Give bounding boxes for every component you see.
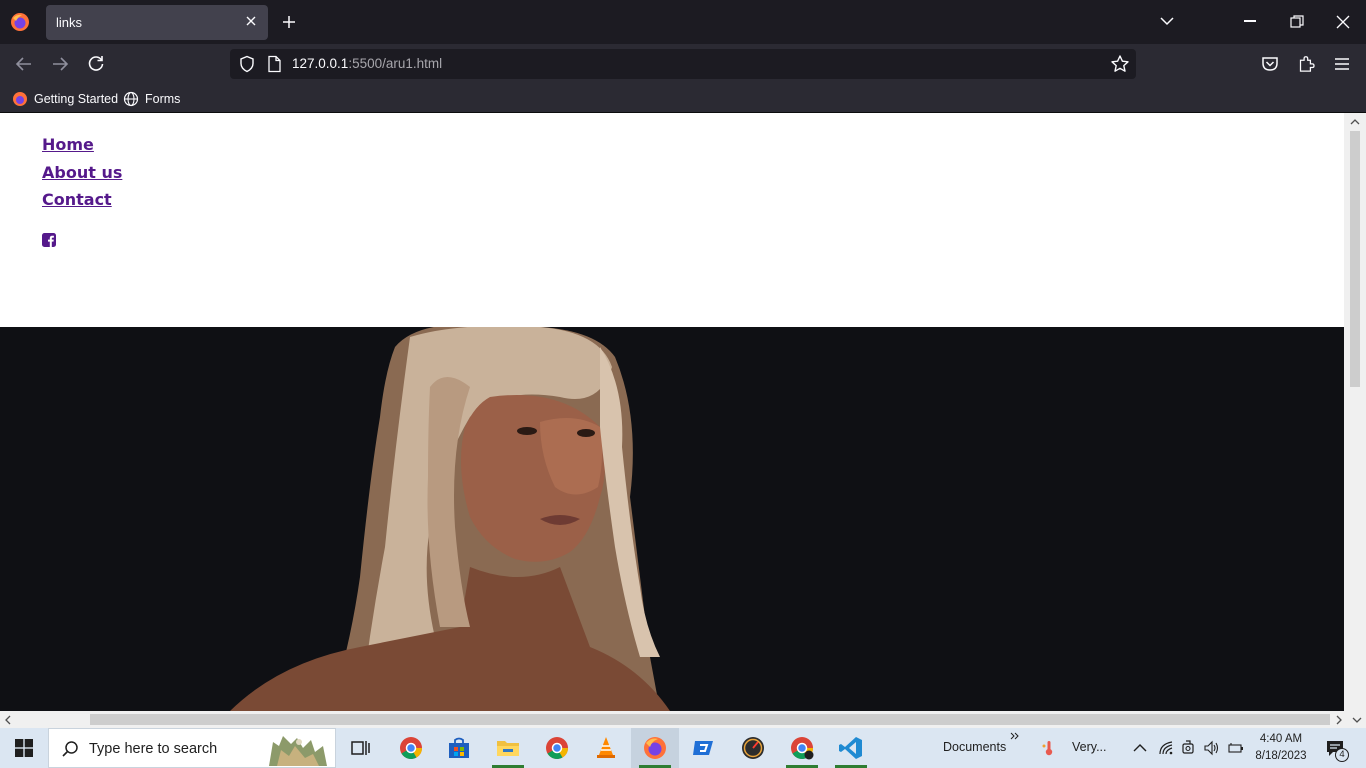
taskbar-app-blue-logo[interactable] bbox=[680, 728, 728, 768]
minimize-window-icon[interactable] bbox=[1244, 20, 1256, 22]
bookmark-forms[interactable]: Forms bbox=[123, 90, 180, 108]
weather-label[interactable]: Very... bbox=[1072, 740, 1107, 754]
taskbar-app-file-explorer[interactable] bbox=[484, 728, 532, 768]
firefox-menu-icon[interactable] bbox=[10, 12, 30, 32]
scroll-down-arrow-icon[interactable] bbox=[1352, 715, 1362, 725]
weather-thermometer-icon[interactable] bbox=[1041, 740, 1057, 756]
task-view-icon bbox=[351, 741, 370, 755]
facebook-square-icon[interactable] bbox=[42, 233, 56, 247]
meet-now-camera-icon[interactable] bbox=[1181, 740, 1197, 756]
vertical-scroll-thumb[interactable] bbox=[1350, 131, 1360, 387]
taskbar-app-microsoft-store[interactable] bbox=[435, 728, 483, 768]
extensions-puzzle-icon[interactable] bbox=[1296, 54, 1316, 74]
scroll-up-arrow-icon[interactable] bbox=[1350, 117, 1360, 127]
documents-toolbar-label[interactable]: Documents bbox=[943, 740, 1006, 754]
taskbar-app-vlc[interactable] bbox=[582, 728, 630, 768]
bookmark-label: Getting Started bbox=[34, 92, 119, 106]
url-host: 127.0.0.1 bbox=[292, 56, 349, 71]
reload-icon[interactable] bbox=[86, 54, 106, 74]
url-path: :5500/aru1.html bbox=[348, 56, 443, 71]
tab-title: links bbox=[56, 15, 83, 30]
restore-window-icon[interactable] bbox=[1290, 15, 1304, 29]
horizontal-scroll-thumb[interactable] bbox=[90, 714, 1330, 725]
taskbar-app-chrome-profile[interactable] bbox=[387, 728, 435, 768]
back-arrow-icon[interactable] bbox=[14, 54, 34, 74]
url-text[interactable]: 127.0.0.1:5500/aru1.html bbox=[292, 56, 442, 71]
windows-taskbar: Type here to search Documents Very... 4:… bbox=[0, 728, 1366, 768]
toolbar-overflow-chevron-icon[interactable] bbox=[1010, 731, 1020, 741]
volume-speaker-icon[interactable] bbox=[1203, 740, 1219, 756]
bookmark-getting-started[interactable]: Getting Started bbox=[12, 90, 118, 108]
windows-start-icon[interactable] bbox=[15, 739, 33, 757]
horizontal-scrollbar[interactable] bbox=[0, 711, 1366, 728]
chrome-icon bbox=[546, 737, 568, 759]
vlc-cone-icon bbox=[597, 737, 615, 758]
close-window-icon[interactable] bbox=[1336, 15, 1350, 29]
tab-bar: links bbox=[0, 0, 1366, 44]
tracking-protection-shield-icon[interactable] bbox=[238, 55, 256, 73]
battery-power-icon[interactable] bbox=[1228, 740, 1244, 756]
task-view-button[interactable] bbox=[336, 728, 384, 768]
firefox-icon bbox=[13, 92, 27, 106]
bookmarks-toolbar: Getting Started Forms bbox=[0, 84, 1366, 113]
search-highlight-illustration-icon bbox=[269, 736, 327, 766]
store-icon bbox=[449, 737, 469, 758]
clock-date: 8/18/2023 bbox=[1255, 750, 1307, 762]
hero-portrait-image bbox=[0, 327, 1344, 711]
show-hidden-icons-chevron-icon[interactable] bbox=[1132, 740, 1148, 756]
address-bar[interactable]: 127.0.0.1:5500/aru1.html bbox=[230, 49, 1136, 79]
search-icon bbox=[62, 741, 78, 757]
pocket-icon[interactable] bbox=[1260, 54, 1280, 74]
close-tab-icon[interactable] bbox=[244, 14, 258, 28]
taskbar-search-box[interactable]: Type here to search bbox=[48, 728, 336, 768]
wifi-icon[interactable] bbox=[1158, 740, 1174, 756]
list-all-tabs-icon[interactable] bbox=[1159, 15, 1175, 27]
bookmark-star-icon[interactable] bbox=[1110, 54, 1130, 74]
app-logo-icon bbox=[693, 741, 713, 755]
taskbar-app-chrome-2[interactable] bbox=[778, 728, 826, 768]
page-nav-links: Home About us Contact bbox=[42, 131, 122, 214]
firefox-icon bbox=[644, 737, 666, 759]
search-placeholder: Type here to search bbox=[89, 741, 218, 757]
scroll-right-arrow-icon[interactable] bbox=[1334, 715, 1344, 725]
navigation-toolbar: 127.0.0.1:5500/aru1.html bbox=[0, 44, 1366, 84]
system-clock[interactable]: 4:40 AM 8/18/2023 bbox=[1252, 731, 1310, 765]
page-info-icon[interactable] bbox=[266, 55, 282, 73]
bookmark-label: Forms bbox=[145, 92, 181, 106]
scroll-left-arrow-icon[interactable] bbox=[3, 715, 13, 725]
vertical-scrollbar[interactable] bbox=[1344, 113, 1366, 711]
speedometer-icon bbox=[742, 737, 764, 759]
forward-arrow-icon[interactable] bbox=[50, 54, 70, 74]
vscode-icon bbox=[839, 737, 862, 759]
taskbar-app-vscode[interactable] bbox=[827, 728, 875, 768]
nav-link-contact[interactable]: Contact bbox=[42, 186, 122, 214]
file-explorer-folder-icon bbox=[497, 741, 519, 756]
clock-time: 4:40 AM bbox=[1259, 733, 1303, 745]
page-viewport: Home About us Contact bbox=[0, 113, 1344, 711]
new-tab-icon[interactable] bbox=[281, 14, 297, 30]
globe-icon bbox=[123, 91, 139, 107]
taskbar-app-firefox[interactable] bbox=[631, 728, 679, 768]
chrome-icon bbox=[791, 737, 814, 760]
browser-tab[interactable]: links bbox=[46, 5, 268, 40]
nav-link-about-us[interactable]: About us bbox=[42, 159, 122, 187]
taskbar-app-chrome[interactable] bbox=[533, 728, 581, 768]
nav-link-home[interactable]: Home bbox=[42, 131, 122, 159]
app-menu-hamburger-icon[interactable] bbox=[1332, 54, 1352, 74]
notification-count-badge: 4 bbox=[1335, 748, 1349, 762]
chrome-icon bbox=[400, 737, 422, 759]
taskbar-app-wpm[interactable] bbox=[729, 728, 777, 768]
